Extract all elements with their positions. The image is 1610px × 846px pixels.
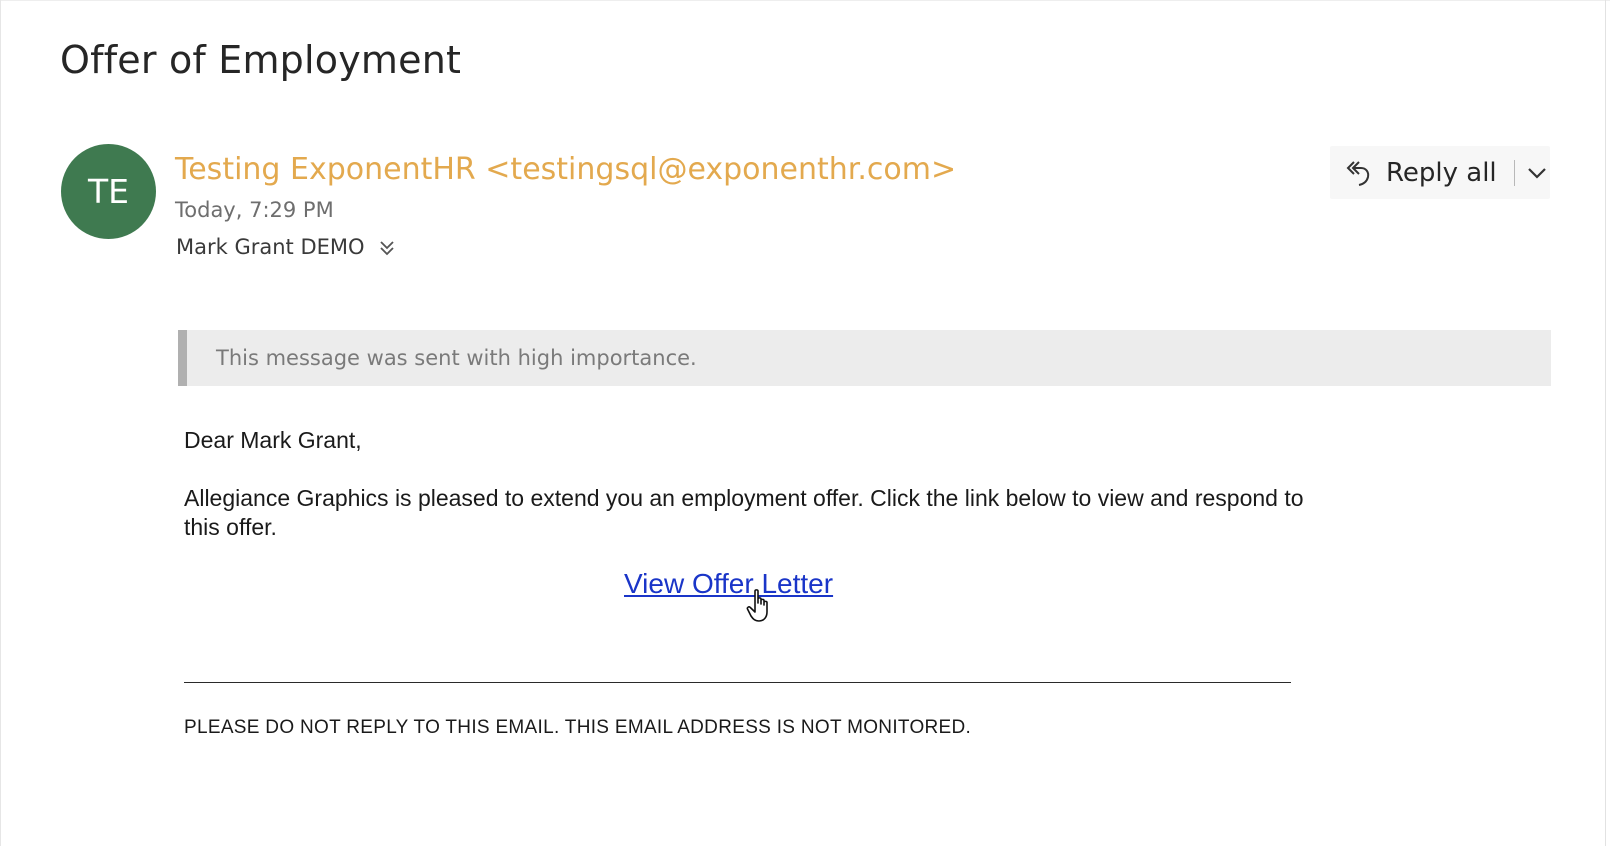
sender-address[interactable]: Testing ExponentHR <testingsql@exponenth… — [175, 152, 956, 187]
sender-avatar[interactable]: TE — [61, 144, 156, 239]
hand-cursor-icon — [746, 588, 776, 624]
reply-all-icon — [1344, 158, 1372, 188]
footer-divider — [184, 682, 1291, 683]
recipient-name[interactable]: Mark Grant DEMO — [176, 235, 365, 259]
reply-all-button[interactable]: Reply all — [1330, 146, 1550, 199]
email-reading-pane: Offer of Employment TE Testing ExponentH… — [0, 0, 1610, 846]
scrollbar-edge — [1605, 0, 1606, 846]
no-reply-notice: PLEASE DO NOT REPLY TO THIS EMAIL. THIS … — [184, 717, 972, 738]
recipient-list[interactable]: Mark Grant DEMO — [176, 235, 395, 259]
email-body-paragraph: Allegiance Graphics is pleased to extend… — [184, 485, 1304, 540]
expand-recipients-icon[interactable] — [379, 238, 395, 256]
email-greeting: Dear Mark Grant, — [184, 427, 362, 453]
email-subject: Offer of Employment — [60, 38, 462, 82]
importance-text: This message was sent with high importan… — [216, 346, 697, 370]
avatar-initials: TE — [87, 172, 129, 211]
button-separator — [1513, 159, 1515, 186]
top-border — [1, 0, 1610, 1]
chevron-down-icon[interactable] — [1526, 165, 1548, 181]
view-offer-letter-link[interactable]: View Offer Letter — [624, 568, 833, 600]
message-date: Today, 7:29 PM — [175, 198, 334, 222]
reply-all-label: Reply all — [1386, 157, 1497, 188]
importance-banner: This message was sent with high importan… — [178, 330, 1551, 386]
